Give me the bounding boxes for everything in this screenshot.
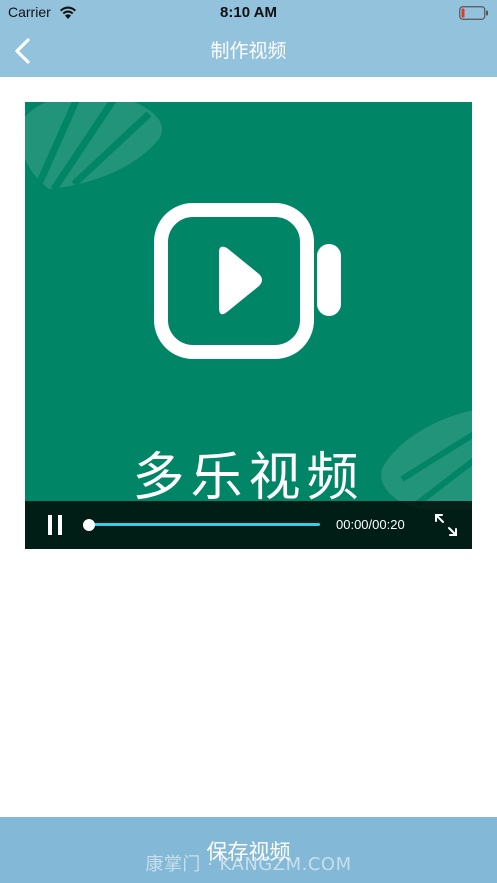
status-bar: Carrier 8:10 AM: [0, 0, 497, 26]
status-time: 8:10 AM: [220, 4, 277, 21]
watermark-text: 康掌门 · KANGZM.COM: [145, 854, 352, 875]
battery-low-icon: [459, 6, 488, 20]
page-title: 制作视频: [210, 40, 287, 62]
fullscreen-icon[interactable]: [434, 513, 458, 537]
navigation-bar: 制作视频: [0, 26, 497, 77]
video-controls: 00:00/00:20: [25, 501, 472, 549]
video-camera-icon: [154, 203, 341, 359]
time-readout: 00:00/00:20: [336, 517, 405, 532]
video-overlay-title: 多乐视频: [132, 448, 365, 508]
monstera-leaf-decoration: [25, 102, 163, 191]
progress-bar[interactable]: [83, 518, 320, 531]
video-player[interactable]: 多乐视频 00:00/00:20: [25, 102, 472, 549]
app-header: Carrier 8:10 AM 制作视频: [0, 0, 497, 77]
pause-icon[interactable]: [45, 514, 65, 536]
save-video-button[interactable]: 保存视频 康掌门 · KANGZM.COM: [0, 817, 497, 883]
progress-knob[interactable]: [83, 518, 95, 531]
